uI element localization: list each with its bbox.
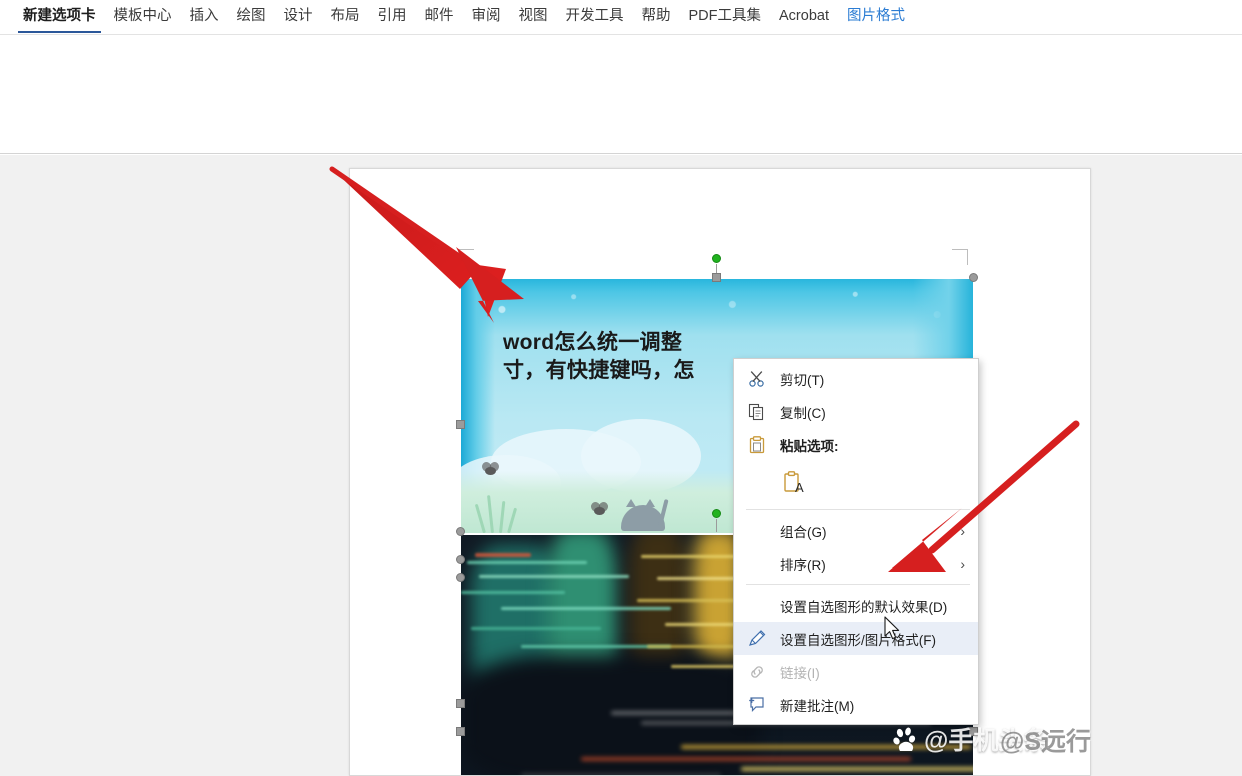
- rotation-handle[interactable]: [712, 254, 721, 263]
- light-streak: [461, 591, 565, 594]
- menu-item-format-shape-picture[interactable]: 设置自选图形/图片格式(F): [734, 622, 978, 655]
- menu-item-set-autoshape-defaults-label: 设置自选图形的默认效果(D): [780, 599, 948, 615]
- scissors-icon: [747, 369, 767, 389]
- ribbon-tab-label: 邮件: [424, 8, 454, 24]
- menu-item-copy[interactable]: 复制(C): [734, 395, 978, 428]
- chevron-right-icon: ›: [960, 522, 965, 539]
- bee-illustration: [485, 467, 496, 475]
- selection-handle-top-left[interactable]: [456, 273, 465, 282]
- document-page[interactable]: word怎么统一调整 寸，有快捷键吗，怎: [349, 168, 1091, 776]
- svg-text:A: A: [795, 480, 804, 495]
- ribbon-tab-14[interactable]: 图片格式: [838, 0, 914, 34]
- ribbon-tab-6[interactable]: 引用: [369, 0, 416, 34]
- menu-item-link: 链接(I): [734, 655, 978, 688]
- menu-item-format-shape-picture-label: 设置自选图形/图片格式(F): [780, 632, 936, 648]
- ribbon-tab-4[interactable]: 设计: [275, 0, 322, 34]
- selection-handle-2-bottom-left-b[interactable]: [456, 727, 465, 736]
- ribbon-tab-label: 帮助: [641, 8, 671, 24]
- clipboard-icon: [747, 435, 767, 455]
- ribbon-tab-label: 图片格式: [846, 8, 905, 24]
- ribbon-tab-label: 审阅: [471, 8, 501, 24]
- ribbon-tab-label: 开发工具: [565, 8, 624, 24]
- menu-item-link-label: 链接(I): [780, 665, 820, 681]
- selection-handle-middle-left[interactable]: [456, 420, 465, 429]
- ribbon-tab-label: 新建选项卡: [23, 8, 96, 24]
- selection-handle-top-center[interactable]: [712, 273, 721, 282]
- ribbon-tab-2[interactable]: 插入: [181, 0, 228, 34]
- bee-illustration: [594, 507, 605, 515]
- ribbon-tab-label: 设计: [283, 8, 313, 24]
- ribbon-tab-11[interactable]: 帮助: [633, 0, 680, 34]
- menu-item-set-autoshape-defaults[interactable]: 设置自选图形的默认效果(D): [734, 589, 978, 622]
- ribbon-tab-10[interactable]: 开发工具: [557, 0, 633, 34]
- selection-handle-2-bottom-right-b[interactable]: [969, 727, 978, 736]
- paste-keep-text-only-icon[interactable]: A: [780, 468, 810, 498]
- selection-handle-2-left-b[interactable]: [456, 573, 465, 582]
- link-icon: [747, 662, 767, 682]
- ribbon-tab-7[interactable]: 邮件: [416, 0, 463, 34]
- word-application-window: 新建选项卡 模板中心 插入 绘图 设计 布局 引用 邮件 审阅 视图 开发工具 帮助 PDF工具集 Acr…: [0, 0, 1242, 776]
- ribbon-tab-label: 视图: [518, 8, 548, 24]
- ribbon-tab-label: 模板中心: [113, 8, 172, 24]
- ribbon-tab-9[interactable]: 视图: [510, 0, 557, 34]
- selection-handle-2-left-a[interactable]: [456, 555, 465, 564]
- ribbon-tab-label: 插入: [189, 8, 219, 24]
- ribbon-tab-1[interactable]: 模板中心: [105, 0, 181, 34]
- menu-item-new-comment[interactable]: 新建批注(M): [734, 688, 978, 721]
- ribbon-tab-label: 绘图: [236, 8, 266, 24]
- road-trail: [581, 757, 911, 761]
- menu-item-cut-label: 剪切(T): [780, 372, 825, 388]
- ribbon-tab-5[interactable]: 布局: [322, 0, 369, 34]
- ribbon-tab-label: 引用: [377, 8, 407, 24]
- selection-handle-top-right[interactable]: [969, 273, 978, 282]
- light-streak: [467, 561, 587, 564]
- ribbon-tab-label: Acrobat: [779, 8, 829, 24]
- chevron-right-icon: ›: [960, 555, 965, 572]
- ribbon-tab-label: 布局: [330, 8, 360, 24]
- banner-text-line-1: word怎么统一调整: [503, 331, 683, 354]
- menu-item-paste-options-label: 粘贴选项:: [780, 438, 839, 454]
- light-streak: [479, 575, 629, 578]
- ribbon-tab-12[interactable]: PDF工具集: [680, 0, 771, 34]
- ribbon-tab-3[interactable]: 绘图: [228, 0, 275, 34]
- menu-item-order-label: 排序(R): [780, 557, 826, 573]
- copy-icon: [747, 402, 767, 422]
- light-streak: [501, 607, 671, 610]
- menu-item-copy-label: 复制(C): [780, 405, 826, 421]
- rotation-stem-2: [716, 519, 717, 532]
- road-trail: [741, 767, 973, 771]
- selection-handle-2-bottom-left[interactable]: [456, 699, 465, 708]
- format-shape-icon: [747, 629, 767, 649]
- road-trail: [681, 745, 971, 749]
- light-streak: [475, 553, 531, 557]
- light-streak: [471, 627, 601, 630]
- rotation-handle-2[interactable]: [712, 509, 721, 518]
- menu-item-cut[interactable]: 剪切(T): [734, 362, 978, 395]
- ribbon-tab-label: PDF工具集: [688, 8, 762, 24]
- new-comment-icon: [747, 695, 767, 715]
- menu-item-paste-options-header: 粘贴选项:: [734, 428, 978, 461]
- menu-separator: [746, 509, 970, 510]
- ribbon-command-area: [0, 35, 1242, 154]
- menu-separator: [746, 584, 970, 585]
- ribbon-tab-bar: 新建选项卡 模板中心 插入 绘图 设计 布局 引用 邮件 审阅 视图 开发工具 帮助 PDF工具集 Acr…: [0, 0, 1242, 35]
- ribbon-tab-8[interactable]: 审阅: [463, 0, 510, 34]
- document-canvas[interactable]: word怎么统一调整 寸，有快捷键吗，怎 剪切(T) 复制(C) 粘贴选项: A…: [0, 155, 1242, 776]
- selection-handle-bottom-left[interactable]: [456, 527, 465, 536]
- context-menu[interactable]: 剪切(T) 复制(C) 粘贴选项: A 组合(G) › 排序(R) › 设置自选…: [733, 358, 979, 725]
- menu-item-order[interactable]: 排序(R) ›: [734, 547, 978, 580]
- paste-options-row[interactable]: A: [734, 461, 978, 505]
- menu-item-new-comment-label: 新建批注(M): [780, 698, 855, 714]
- menu-item-group-label: 组合(G): [780, 524, 827, 540]
- ribbon-tab-0[interactable]: 新建选项卡: [14, 0, 105, 34]
- ribbon-tab-13[interactable]: Acrobat: [770, 0, 838, 34]
- menu-item-group[interactable]: 组合(G) ›: [734, 514, 978, 547]
